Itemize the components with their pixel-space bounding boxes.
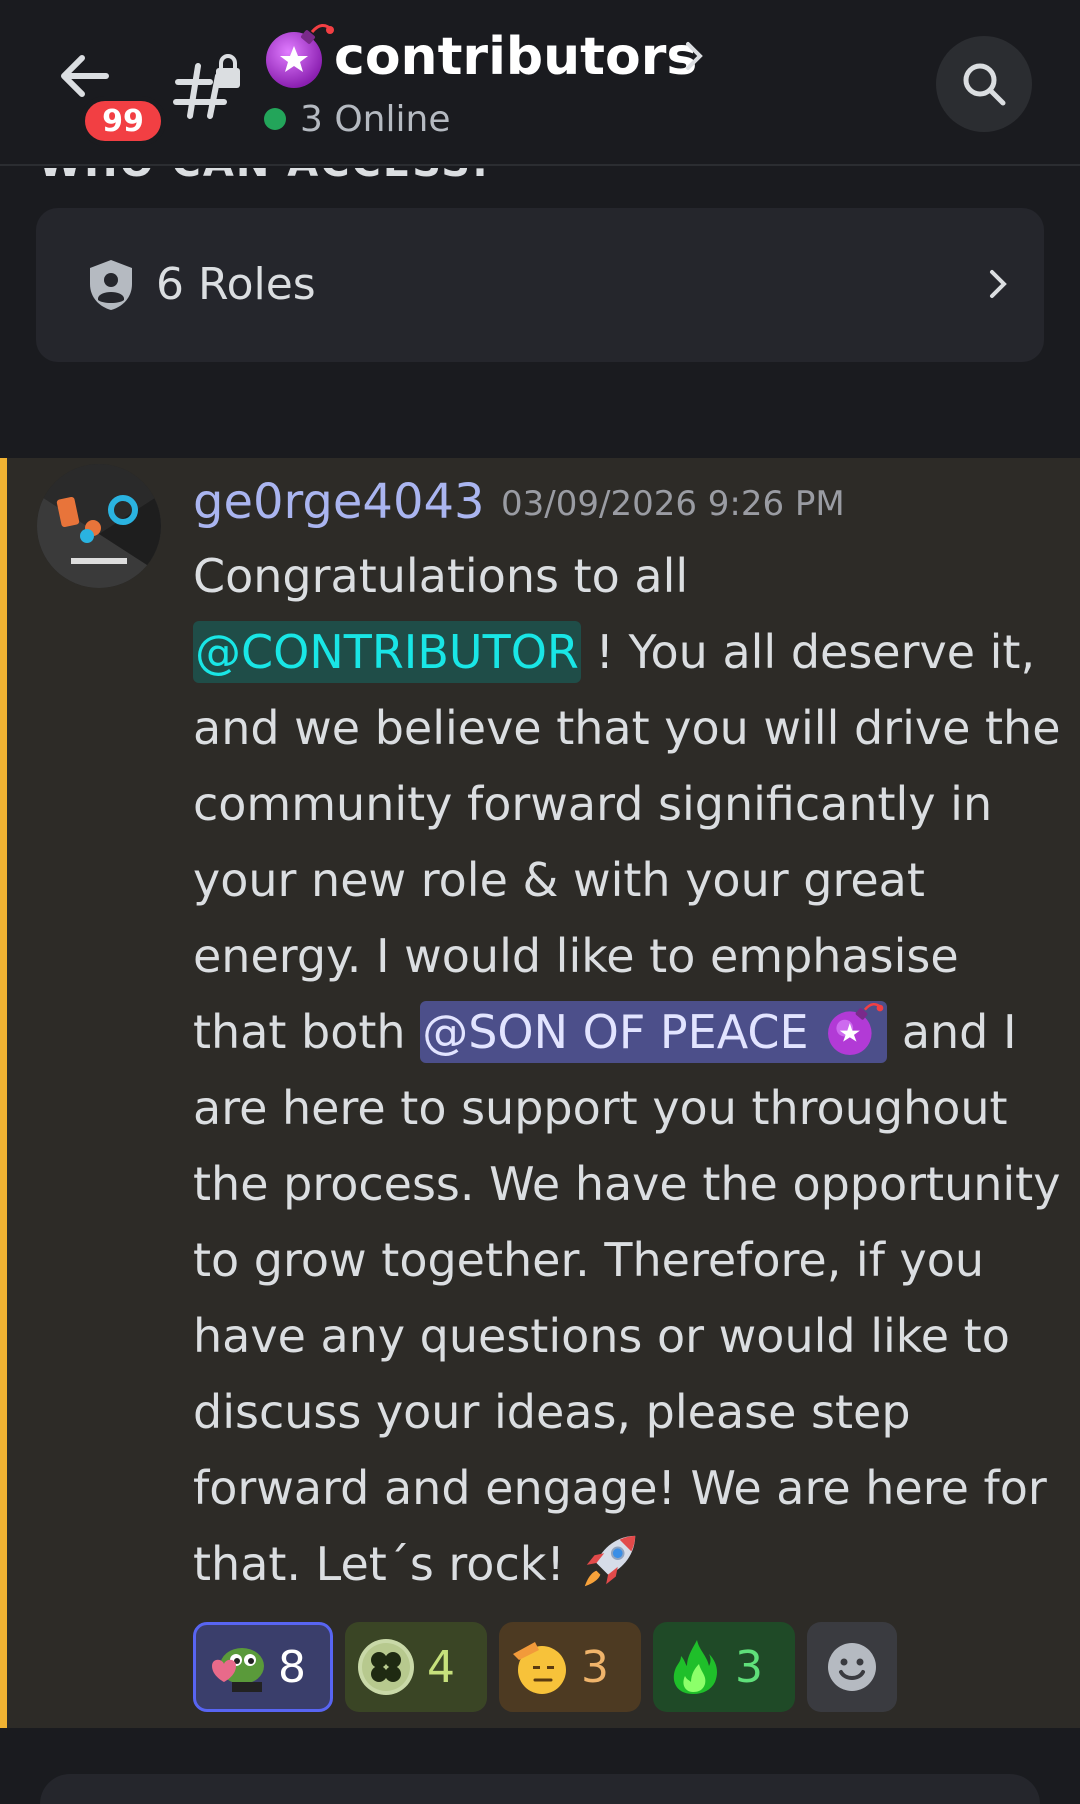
highlighted-message[interactable]: ge0rge4043 03/09/2026 9:26 PM Congratula…	[0, 458, 1080, 1728]
add-reaction-button[interactable]	[807, 1622, 897, 1712]
roles-count: 6 Roles	[156, 259, 316, 310]
message-body: Congratulations to all @CONTRIBUTOR ! Yo…	[193, 538, 1063, 1602]
reaction-green-flame[interactable]: 3	[653, 1622, 795, 1712]
pepe-heart-icon	[212, 1648, 264, 1692]
reaction-count: 4	[427, 1641, 455, 1693]
clover-icon	[358, 1639, 414, 1695]
shield-user-icon	[90, 260, 132, 310]
chevron-right-icon[interactable]	[680, 36, 710, 76]
locked-channel-icon	[173, 54, 240, 119]
message-input-edge[interactable]	[40, 1774, 1040, 1804]
unread-badge: 99	[80, 96, 166, 146]
online-status-dot	[264, 108, 286, 130]
reaction-saluting-face[interactable]: 3	[499, 1622, 641, 1712]
role-mention-son-of-peace[interactable]: @SON OF PEACE	[420, 1001, 888, 1063]
rocket-emoji-icon	[585, 1535, 636, 1587]
green-flame-icon	[673, 1640, 717, 1694]
message-text-part: ! You all deserve it, and we believe tha…	[193, 625, 1061, 1059]
online-count: 3 Online	[300, 99, 451, 140]
channel-header: 99 contributors 3 Online	[0, 0, 1080, 166]
avatar[interactable]	[37, 464, 161, 588]
bomb-emoji-icon	[828, 1003, 884, 1055]
access-heading: WHO CAN ACCESS:	[38, 168, 490, 186]
search-button[interactable]	[936, 36, 1032, 132]
message-author[interactable]: ge0rge4043	[193, 470, 485, 534]
channel-name[interactable]: contributors	[334, 22, 697, 92]
channel-access-section: WHO CAN ACCESS: 6 Roles	[0, 168, 1080, 458]
mention-label: @SON OF PEACE	[422, 1005, 824, 1059]
smiley-add-reaction-icon	[828, 1643, 876, 1691]
saluting-face-icon	[513, 1642, 566, 1694]
message-timestamp: 03/09/2026 9:26 PM	[501, 484, 845, 524]
reaction-clover[interactable]: 4	[345, 1622, 487, 1712]
message-text-part: Congratulations to all	[193, 549, 689, 603]
reaction-pepe-heart[interactable]: 8	[193, 1622, 333, 1712]
role-mention-contributor[interactable]: @CONTRIBUTOR	[193, 621, 581, 683]
chevron-right-icon	[990, 270, 1007, 298]
reaction-count: 3	[581, 1641, 609, 1693]
reaction-count: 8	[278, 1641, 306, 1693]
composer-area	[0, 1728, 1080, 1804]
roles-card[interactable]: 6 Roles	[36, 208, 1044, 362]
reaction-bar: 8 4 3 3	[193, 1622, 897, 1712]
message-text-part: and I are here to support you throughout…	[193, 1005, 1061, 1591]
search-icon	[963, 63, 1006, 106]
user-avatar-icon	[37, 464, 161, 588]
bomb-channel-emoji-icon	[266, 24, 334, 88]
reaction-count: 3	[735, 1641, 763, 1693]
